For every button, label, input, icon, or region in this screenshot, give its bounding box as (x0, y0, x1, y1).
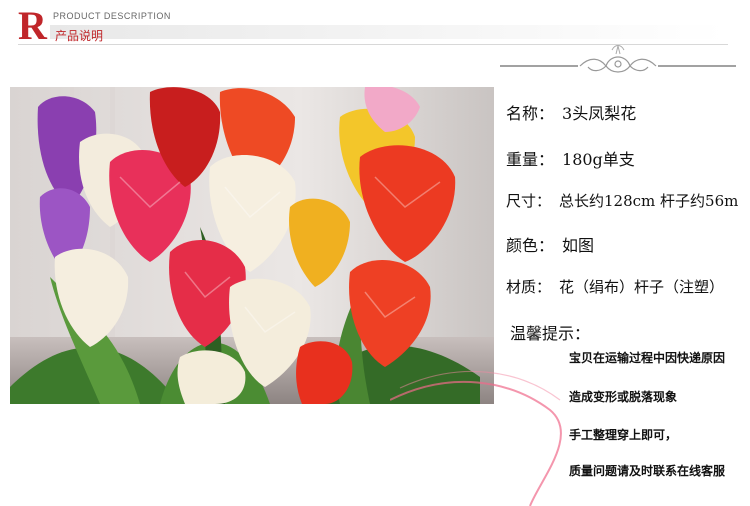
header-title-cn: 产品说明 (55, 29, 104, 43)
tip-item: 手工整理穿上即可， (569, 428, 678, 442)
spec-color: 颜色： 如图 (506, 232, 594, 256)
logo-letter: R (18, 3, 47, 48)
spec-value: 如图 (562, 236, 595, 255)
product-photo (10, 87, 494, 404)
spec-material: 材质： 花（绢布）杆子（注塑） (506, 276, 724, 297)
spec-label: 材质： (506, 278, 552, 296)
spec-label: 名称： (506, 104, 555, 123)
ornament-divider-icon (500, 45, 736, 73)
header-bar (50, 25, 726, 39)
spec-value: 3头凤梨花 (562, 104, 637, 123)
spec-label: 尺寸： (506, 192, 552, 210)
spec-label: 颜色： (506, 236, 555, 255)
spec-value: 花（绢布）杆子（注塑） (559, 278, 725, 296)
spec-label: 重量： (506, 150, 555, 169)
spec-weight: 重量： 180g单支 (506, 146, 635, 170)
tip-item: 造成变形或脱落现象 (569, 390, 678, 404)
spec-value: 180g单支 (562, 150, 635, 169)
tip-item: 质量问题请及时联系在线客服 (569, 464, 726, 478)
spec-size: 尺寸： 总长约128cm 杆子约56m (506, 190, 738, 211)
tips-title: 温馨提示： (510, 324, 591, 343)
spec-name: 名称： 3头凤梨花 (506, 100, 636, 124)
tip-item: 宝贝在运输过程中因快递原因 (569, 351, 726, 365)
spec-value: 总长约128cm 杆子约56m (559, 192, 739, 210)
header-title-en: PRODUCT DESCRIPTION (53, 11, 171, 21)
